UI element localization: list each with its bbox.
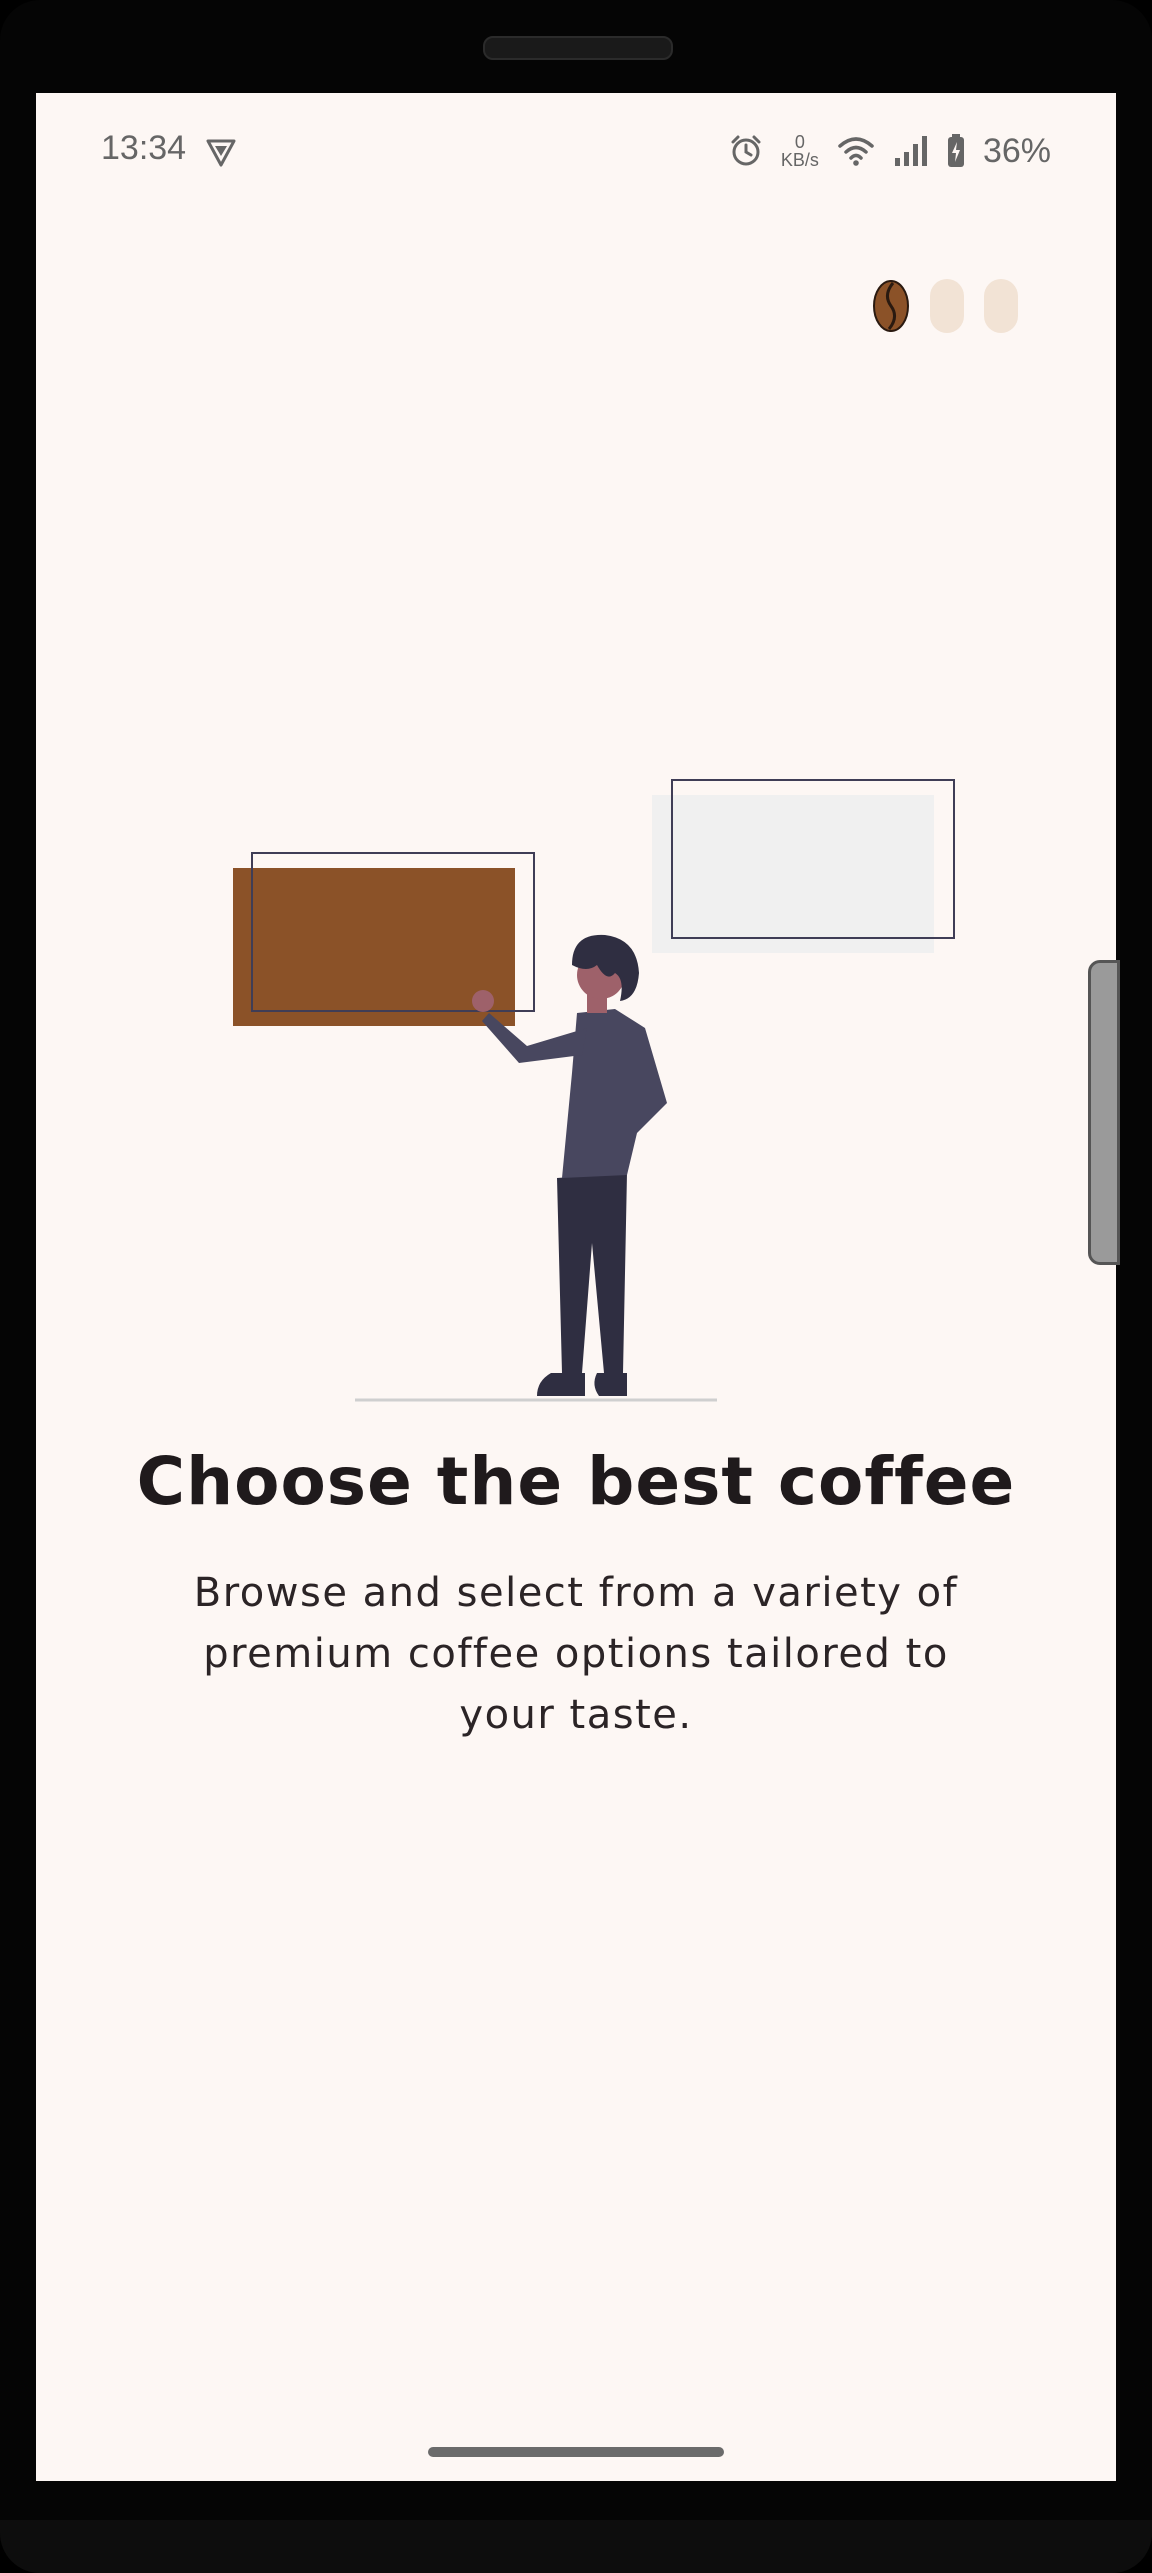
page-indicator bbox=[872, 279, 1018, 333]
coffee-bean-icon bbox=[873, 280, 909, 332]
battery-icon bbox=[947, 134, 964, 167]
onboarding-illustration bbox=[233, 779, 955, 1402]
app-screen: 13:34 0 KB/s 36% Choose the best coffee … bbox=[36, 93, 1116, 2481]
vpn-icon bbox=[206, 139, 236, 167]
status-time: 13:34 bbox=[101, 129, 187, 167]
bottom-bezel bbox=[0, 2520, 1152, 2573]
earpiece-speaker bbox=[483, 36, 673, 60]
onboarding-title: Choose the best coffee bbox=[136, 1443, 1016, 1520]
home-indicator-bar[interactable] bbox=[428, 2447, 724, 2457]
network-speed-value: 0 bbox=[794, 132, 805, 152]
wifi-icon bbox=[838, 137, 874, 166]
status-icons: 0 KB/s 36% bbox=[729, 129, 1051, 173]
network-speed: 0 KB/s bbox=[781, 133, 819, 169]
page-dot-3 bbox=[984, 279, 1018, 333]
side-edge-handle[interactable] bbox=[1088, 960, 1120, 1265]
phone-frame: 13:34 0 KB/s 36% Choose the best coffee … bbox=[0, 0, 1152, 2573]
page-dot-2 bbox=[930, 279, 964, 333]
status-bar: 13:34 0 KB/s 36% bbox=[36, 93, 1116, 213]
alarm-icon bbox=[731, 135, 761, 166]
signal-icon bbox=[894, 136, 927, 166]
panel-grey bbox=[652, 795, 934, 953]
battery-percent: 36% bbox=[982, 131, 1051, 170]
network-speed-unit: KB/s bbox=[780, 150, 819, 170]
onboarding-description: Browse and select from a variety of prem… bbox=[193, 1570, 959, 1738]
